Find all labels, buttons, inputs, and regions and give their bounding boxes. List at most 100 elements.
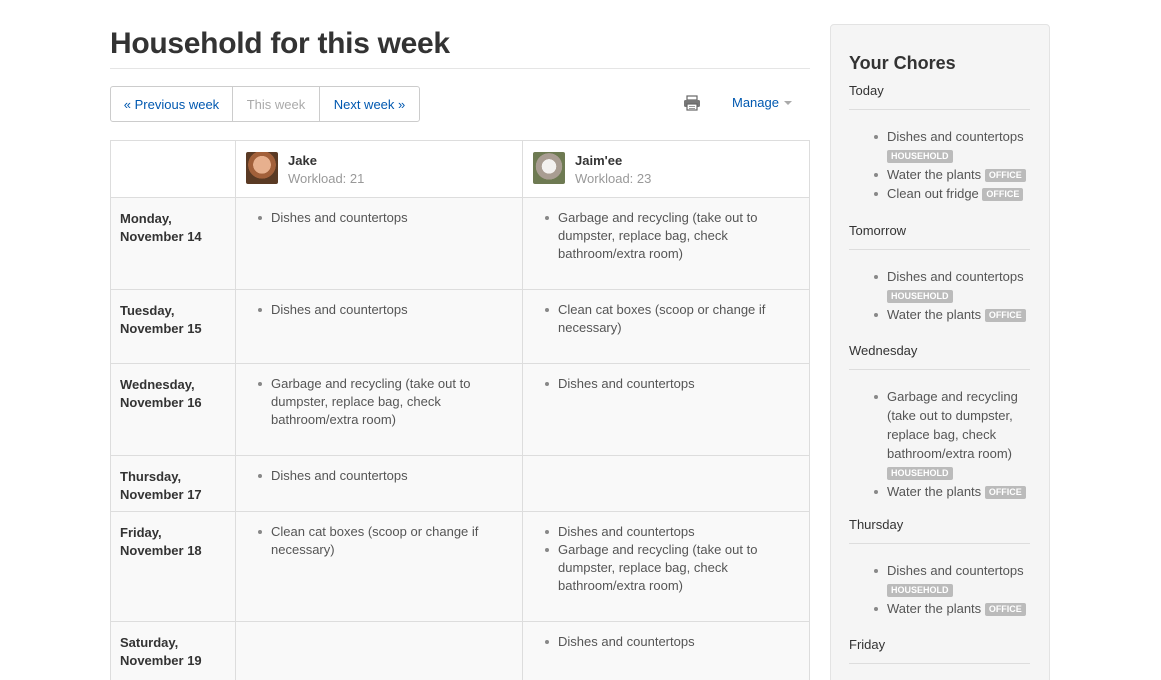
- chores-cell-jake: Clean cat boxes (scoop or change if nece…: [236, 512, 523, 621]
- day-weekday: Friday,: [120, 525, 162, 540]
- chores-cell-jaimee: Clean cat boxes (scoop or change if nece…: [523, 290, 809, 363]
- person-name: Jake: [288, 153, 317, 168]
- chore-tag: HOUSEHOLD: [887, 467, 953, 480]
- chore-text: Clean out fridge: [887, 186, 979, 201]
- chores-cell-jake: Dishes and countertops: [236, 290, 523, 363]
- manage-label: Manage: [732, 95, 779, 110]
- chores-cell-jaimee: [523, 456, 809, 511]
- chores-cell-jake: Dishes and countertops: [236, 198, 523, 289]
- sidebar-chore-item: Water the plants OFFICE: [874, 165, 1030, 184]
- chores-cell-jaimee: Dishes and countertops: [523, 364, 809, 455]
- chores-cell-jaimee: Dishes and countertops: [523, 622, 809, 680]
- chore-item: Dishes and countertops: [258, 301, 494, 319]
- table-row: Wednesday, November 16 Garbage and recycl…: [111, 364, 809, 456]
- day-date: November 17: [120, 487, 202, 502]
- chores-cell-jake: Garbage and recycling (take out to dumps…: [236, 364, 523, 455]
- schedule-table: Jake Workload: 21 Jaim'ee Workload: 23 M…: [110, 140, 810, 680]
- chore-item: Clean cat boxes (scoop or change if nece…: [258, 523, 494, 559]
- table-row: Friday, November 18 Clean cat boxes (scoo…: [111, 512, 809, 622]
- your-chores-sidebar: Your Chores Today Dishes and countertops…: [830, 24, 1050, 680]
- table-header-row: Jake Workload: 21 Jaim'ee Workload: 23: [111, 141, 809, 198]
- chore-tag: OFFICE: [984, 169, 1026, 182]
- sidebar-chore-item: Water the plants OFFICE: [874, 599, 1030, 618]
- sidebar-day-heading: Today: [849, 83, 884, 98]
- chore-item: Dishes and countertops: [258, 209, 494, 227]
- sidebar-chore-item: Garbage and recycling (take out to dumps…: [874, 387, 1030, 482]
- chore-text: Dishes and countertops: [887, 129, 1024, 144]
- sidebar-divider: [849, 369, 1030, 370]
- person-name: Jaim'ee: [575, 153, 623, 168]
- day-cell: Saturday, November 19: [111, 622, 236, 680]
- chore-tag: OFFICE: [984, 309, 1026, 322]
- chore-tag: OFFICE: [982, 188, 1024, 201]
- page-title: Household for this week: [110, 27, 450, 60]
- day-cell: Monday, November 14: [111, 198, 236, 289]
- sidebar-divider: [849, 249, 1030, 250]
- table-row: Thursday, November 17 Dishes and countert…: [111, 456, 809, 512]
- day-date: November 15: [120, 321, 202, 336]
- day-date: November 14: [120, 229, 202, 244]
- person-header-jake: Jake Workload: 21: [236, 141, 523, 197]
- day-weekday: Saturday,: [120, 635, 179, 650]
- day-cell: Friday, November 18: [111, 512, 236, 621]
- table-row: Saturday, November 19 Dishes and countert…: [111, 622, 809, 680]
- chore-item: Garbage and recycling (take out to dumps…: [258, 375, 494, 429]
- day-date: November 16: [120, 395, 202, 410]
- avatar: [246, 152, 278, 184]
- sidebar-day-heading: Thursday: [849, 517, 904, 532]
- caret-down-icon: [783, 101, 792, 105]
- chore-text: Garbage and recycling (take out to dumps…: [887, 389, 1018, 461]
- sidebar-divider: [849, 543, 1030, 544]
- header-empty-cell: [111, 141, 236, 197]
- title-divider: [110, 68, 810, 69]
- chores-cell-jake: Dishes and countertops: [236, 456, 523, 511]
- chore-text: Dishes and countertops: [887, 563, 1024, 578]
- chore-text: Water the plants: [887, 167, 982, 182]
- sidebar-day-heading: Wednesday: [849, 343, 918, 358]
- day-cell: Thursday, November 17: [111, 456, 236, 511]
- chore-item: Garbage and recycling (take out to dumps…: [545, 541, 781, 595]
- day-weekday: Monday,: [120, 211, 172, 226]
- person-workload: Workload: 21: [288, 171, 365, 186]
- sidebar-day-heading: Friday: [849, 637, 886, 652]
- day-weekday: Thursday,: [120, 469, 182, 484]
- chore-text: Dishes and countertops: [887, 269, 1024, 284]
- sidebar-section-today: Today Dishes and countertops HOUSEHOLD W…: [849, 82, 1030, 203]
- day-cell: Tuesday, November 15: [111, 290, 236, 363]
- chore-tag: OFFICE: [984, 486, 1026, 499]
- sidebar-title: Your Chores: [849, 53, 956, 73]
- this-week-button: This week: [233, 87, 320, 121]
- chores-cell-jaimee: Dishes and countertops Garbage and recyc…: [523, 512, 809, 621]
- person-header-jaimee: Jaim'ee Workload: 23: [523, 141, 809, 197]
- day-weekday: Tuesday,: [120, 303, 175, 318]
- sidebar-section-friday: Friday: [849, 636, 1030, 664]
- table-row: Tuesday, November 15 Dishes and counterto…: [111, 290, 809, 364]
- printer-icon[interactable]: [683, 95, 703, 113]
- chores-cell-jaimee: Garbage and recycling (take out to dumps…: [523, 198, 809, 289]
- chore-item: Garbage and recycling (take out to dumps…: [545, 209, 781, 263]
- sidebar-section-thursday: Thursday Dishes and countertops HOUSEHOL…: [849, 516, 1030, 618]
- next-week-button[interactable]: Next week »: [320, 87, 419, 121]
- chore-text: Water the plants: [887, 484, 982, 499]
- avatar: [533, 152, 565, 184]
- day-date: November 18: [120, 543, 202, 558]
- sidebar-section-wednesday: Wednesday Garbage and recycling (take ou…: [849, 342, 1030, 501]
- previous-week-button[interactable]: « Previous week: [111, 87, 233, 121]
- chore-item: Clean cat boxes (scoop or change if nece…: [545, 301, 781, 337]
- table-row: Monday, November 14 Dishes and countertop…: [111, 198, 809, 290]
- person-workload: Workload: 23: [575, 171, 652, 186]
- chore-tag: HOUSEHOLD: [887, 584, 953, 597]
- chore-item: Dishes and countertops: [545, 633, 781, 651]
- week-navigation: « Previous week This week Next week »: [110, 86, 420, 122]
- chore-item: Dishes and countertops: [545, 523, 781, 541]
- chore-tag: HOUSEHOLD: [887, 290, 953, 303]
- chore-text: Water the plants: [887, 307, 982, 322]
- sidebar-day-heading: Tomorrow: [849, 223, 907, 238]
- chore-text: Water the plants: [887, 601, 982, 616]
- chore-item: Dishes and countertops: [258, 467, 494, 485]
- manage-dropdown[interactable]: Manage: [732, 95, 792, 110]
- day-date: November 19: [120, 653, 202, 668]
- chore-item: Dishes and countertops: [545, 375, 781, 393]
- sidebar-chore-item: Clean out fridge OFFICE: [874, 184, 1030, 203]
- sidebar-chore-item: Dishes and countertops HOUSEHOLD: [874, 561, 1030, 599]
